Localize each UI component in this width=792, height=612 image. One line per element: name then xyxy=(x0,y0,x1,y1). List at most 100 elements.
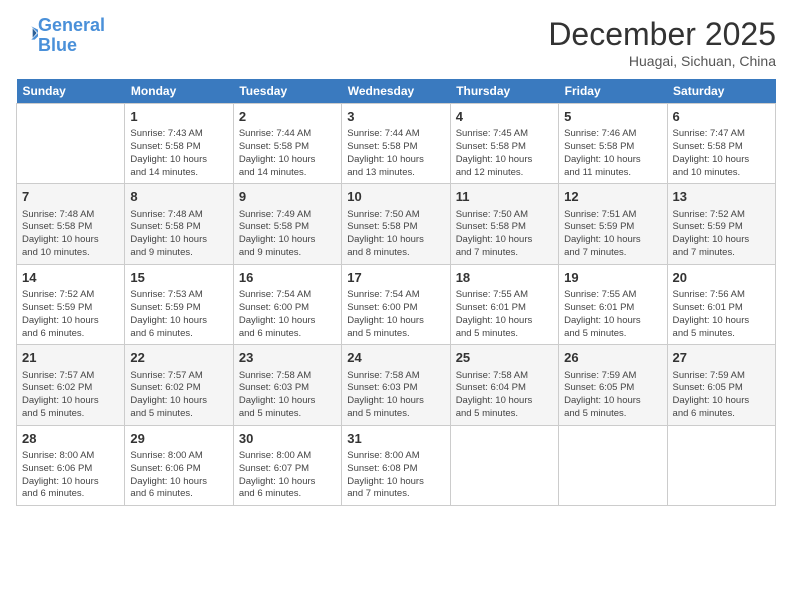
day-info: Sunrise: 7:45 AMSunset: 5:58 PMDaylight:… xyxy=(456,128,553,179)
day-number: 3 xyxy=(347,108,444,126)
calendar-week-row: 14Sunrise: 7:52 AMSunset: 5:59 PMDayligh… xyxy=(17,264,776,344)
calendar-cell: 1Sunrise: 7:43 AMSunset: 5:58 PMDaylight… xyxy=(125,104,233,184)
day-number: 4 xyxy=(456,108,553,126)
day-info: Sunrise: 7:50 AMSunset: 5:58 PMDaylight:… xyxy=(456,209,553,260)
calendar-cell: 2 Sunrise: 7:44 AMSunset: 5:58 PMDaylight… xyxy=(233,104,341,184)
day-number: 13 xyxy=(673,188,770,206)
day-info: Sunrise: 7:51 AMSunset: 5:59 PMDaylight:… xyxy=(564,209,661,260)
logo-general: General xyxy=(38,15,105,35)
day-number: 2 xyxy=(239,108,336,126)
day-number: 19 xyxy=(564,269,661,287)
header-tuesday: Tuesday xyxy=(233,79,341,104)
day-number: 16 xyxy=(239,269,336,287)
day-number: 23 xyxy=(239,349,336,367)
day-info: Sunrise: 7:46 AMSunset: 5:58 PMDaylight:… xyxy=(564,128,661,179)
calendar-week-row: 21Sunrise: 7:57 AMSunset: 6:02 PMDayligh… xyxy=(17,345,776,425)
logo-blue: Blue xyxy=(38,35,77,55)
day-number: 5 xyxy=(564,108,661,126)
day-info: Sunrise: 8:00 AMSunset: 6:06 PMDaylight:… xyxy=(22,450,119,501)
calendar-cell: 26 Sunrise: 7:59 AMSunset: 6:05 PMDayligh… xyxy=(559,345,667,425)
calendar-week-row: 7Sunrise: 7:48 AMSunset: 5:58 PMDaylight… xyxy=(17,184,776,264)
day-number: 9 xyxy=(239,188,336,206)
calendar-cell: 11 Sunrise: 7:50 AMSunset: 5:58 PMDayligh… xyxy=(450,184,558,264)
calendar-cell xyxy=(559,425,667,505)
calendar-header-row: SundayMondayTuesdayWednesdayThursdayFrid… xyxy=(17,79,776,104)
day-number: 27 xyxy=(673,349,770,367)
calendar-cell: 20 Sunrise: 7:56 AMSunset: 6:01 PMDayligh… xyxy=(667,264,775,344)
calendar-cell: 27 Sunrise: 7:59 AMSunset: 6:05 PMDayligh… xyxy=(667,345,775,425)
calendar-cell xyxy=(17,104,125,184)
day-info: Sunrise: 7:48 AMSunset: 5:58 PMDaylight:… xyxy=(22,209,119,260)
day-info: Sunrise: 7:59 AMSunset: 6:05 PMDaylight:… xyxy=(564,370,661,421)
calendar-cell: 23 Sunrise: 7:58 AMSunset: 6:03 PMDayligh… xyxy=(233,345,341,425)
day-number: 17 xyxy=(347,269,444,287)
calendar-cell: 28Sunrise: 8:00 AMSunset: 6:06 PMDayligh… xyxy=(17,425,125,505)
day-number: 25 xyxy=(456,349,553,367)
day-number: 29 xyxy=(130,430,227,448)
day-info: Sunrise: 7:54 AMSunset: 6:00 PMDaylight:… xyxy=(347,289,444,340)
calendar-cell: 7Sunrise: 7:48 AMSunset: 5:58 PMDaylight… xyxy=(17,184,125,264)
day-info: Sunrise: 8:00 AMSunset: 6:08 PMDaylight:… xyxy=(347,450,444,501)
day-number: 26 xyxy=(564,349,661,367)
day-number: 6 xyxy=(673,108,770,126)
calendar-cell: 14Sunrise: 7:52 AMSunset: 5:59 PMDayligh… xyxy=(17,264,125,344)
calendar-cell: 21Sunrise: 7:57 AMSunset: 6:02 PMDayligh… xyxy=(17,345,125,425)
calendar-cell: 3 Sunrise: 7:44 AMSunset: 5:58 PMDaylight… xyxy=(342,104,450,184)
day-info: Sunrise: 7:44 AMSunset: 5:58 PMDaylight:… xyxy=(239,128,336,179)
day-info: Sunrise: 7:59 AMSunset: 6:05 PMDaylight:… xyxy=(673,370,770,421)
calendar-week-row: 1Sunrise: 7:43 AMSunset: 5:58 PMDaylight… xyxy=(17,104,776,184)
day-info: Sunrise: 7:50 AMSunset: 5:58 PMDaylight:… xyxy=(347,209,444,260)
day-info: Sunrise: 7:56 AMSunset: 6:01 PMDaylight:… xyxy=(673,289,770,340)
header-friday: Friday xyxy=(559,79,667,104)
calendar-cell: 5 Sunrise: 7:46 AMSunset: 5:58 PMDaylight… xyxy=(559,104,667,184)
calendar-cell xyxy=(667,425,775,505)
logo: General Blue xyxy=(16,16,105,56)
day-info: Sunrise: 7:55 AMSunset: 6:01 PMDaylight:… xyxy=(456,289,553,340)
calendar-cell: 10 Sunrise: 7:50 AMSunset: 5:58 PMDayligh… xyxy=(342,184,450,264)
header-thursday: Thursday xyxy=(450,79,558,104)
day-info: Sunrise: 7:57 AMSunset: 6:02 PMDaylight:… xyxy=(22,370,119,421)
day-info: Sunrise: 7:47 AMSunset: 5:58 PMDaylight:… xyxy=(673,128,770,179)
header-wednesday: Wednesday xyxy=(342,79,450,104)
day-info: Sunrise: 7:48 AMSunset: 5:58 PMDaylight:… xyxy=(130,209,227,260)
calendar-cell: 19Sunrise: 7:55 AMSunset: 6:01 PMDayligh… xyxy=(559,264,667,344)
day-info: Sunrise: 8:00 AMSunset: 6:06 PMDaylight:… xyxy=(130,450,227,501)
calendar-cell: 9 Sunrise: 7:49 AMSunset: 5:58 PMDaylight… xyxy=(233,184,341,264)
day-info: Sunrise: 7:44 AMSunset: 5:58 PMDaylight:… xyxy=(347,128,444,179)
calendar-cell: 25Sunrise: 7:58 AMSunset: 6:04 PMDayligh… xyxy=(450,345,558,425)
calendar-cell: 16 Sunrise: 7:54 AMSunset: 6:00 PMDayligh… xyxy=(233,264,341,344)
logo-icon xyxy=(18,23,38,43)
calendar-cell: 15Sunrise: 7:53 AMSunset: 5:59 PMDayligh… xyxy=(125,264,233,344)
day-info: Sunrise: 8:00 AMSunset: 6:07 PMDaylight:… xyxy=(239,450,336,501)
calendar-cell: 24 Sunrise: 7:58 AMSunset: 6:03 PMDayligh… xyxy=(342,345,450,425)
day-number: 24 xyxy=(347,349,444,367)
day-number: 20 xyxy=(673,269,770,287)
calendar-cell: 31Sunrise: 8:00 AMSunset: 6:08 PMDayligh… xyxy=(342,425,450,505)
calendar-cell: 6 Sunrise: 7:47 AMSunset: 5:58 PMDaylight… xyxy=(667,104,775,184)
page-header: General Blue December 2025 Huagai, Sichu… xyxy=(16,16,776,69)
day-number: 14 xyxy=(22,269,119,287)
calendar-cell: 22Sunrise: 7:57 AMSunset: 6:02 PMDayligh… xyxy=(125,345,233,425)
header-saturday: Saturday xyxy=(667,79,775,104)
day-info: Sunrise: 7:49 AMSunset: 5:58 PMDaylight:… xyxy=(239,209,336,260)
logo-text: General Blue xyxy=(38,16,105,56)
calendar-cell: 8Sunrise: 7:48 AMSunset: 5:58 PMDaylight… xyxy=(125,184,233,264)
calendar-cell: 30 Sunrise: 8:00 AMSunset: 6:07 PMDayligh… xyxy=(233,425,341,505)
day-info: Sunrise: 7:58 AMSunset: 6:03 PMDaylight:… xyxy=(347,370,444,421)
day-info: Sunrise: 7:57 AMSunset: 6:02 PMDaylight:… xyxy=(130,370,227,421)
day-number: 12 xyxy=(564,188,661,206)
day-number: 15 xyxy=(130,269,227,287)
calendar-cell: 12 Sunrise: 7:51 AMSunset: 5:59 PMDayligh… xyxy=(559,184,667,264)
day-info: Sunrise: 7:43 AMSunset: 5:58 PMDaylight:… xyxy=(130,128,227,179)
day-number: 10 xyxy=(347,188,444,206)
day-info: Sunrise: 7:58 AMSunset: 6:03 PMDaylight:… xyxy=(239,370,336,421)
day-number: 11 xyxy=(456,188,553,206)
header-monday: Monday xyxy=(125,79,233,104)
day-info: Sunrise: 7:54 AMSunset: 6:00 PMDaylight:… xyxy=(239,289,336,340)
calendar-cell: 17 Sunrise: 7:54 AMSunset: 6:00 PMDayligh… xyxy=(342,264,450,344)
month-title: December 2025 xyxy=(548,16,776,53)
calendar-cell: 4 Sunrise: 7:45 AMSunset: 5:58 PMDaylight… xyxy=(450,104,558,184)
calendar-cell: 13Sunrise: 7:52 AMSunset: 5:59 PMDayligh… xyxy=(667,184,775,264)
subtitle: Huagai, Sichuan, China xyxy=(548,53,776,69)
day-number: 30 xyxy=(239,430,336,448)
